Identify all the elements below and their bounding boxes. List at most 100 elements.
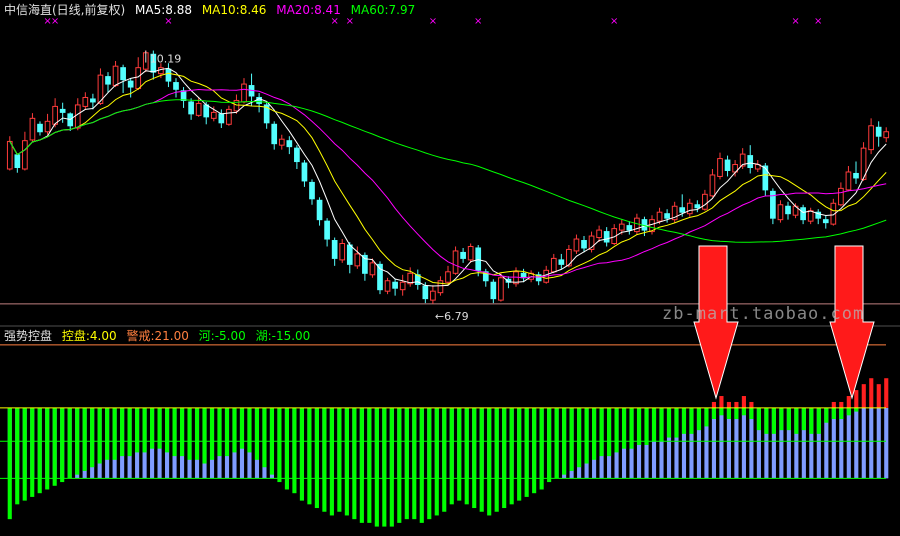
candle — [853, 161, 859, 184]
candle — [830, 198, 837, 226]
indicator-bar — [209, 407, 215, 479]
candle — [256, 93, 262, 113]
signal-mark: × — [330, 16, 338, 27]
candle — [482, 268, 489, 287]
indicator-bar — [299, 407, 304, 501]
candle — [339, 239, 346, 263]
candle — [67, 112, 74, 132]
indicator-bar — [532, 407, 537, 494]
indicator-bar — [554, 407, 559, 479]
indicator-bar — [30, 407, 35, 497]
indicator-bar — [449, 407, 454, 505]
indicator-bar — [502, 407, 507, 509]
indicator-bar — [689, 407, 694, 479]
indicator-bar — [239, 407, 245, 479]
indicator-bar — [397, 407, 402, 523]
chart-window: 中信海直(日线,前复权) MA5:8.88 MA10:8.46 MA20:8.4… — [0, 0, 900, 536]
indicator-bar — [352, 407, 357, 520]
indicator-bar — [382, 407, 387, 527]
indicator-bar — [816, 407, 821, 479]
candle — [671, 201, 678, 223]
indicator-bar — [322, 407, 327, 512]
indicator-bar — [509, 407, 514, 505]
indicator-bar — [681, 407, 687, 479]
chart-canvas: × × × × × × × × × ×10.19←6.79 — [0, 16, 900, 527]
indicator-bar — [607, 407, 612, 479]
signal-mark: × — [610, 16, 618, 27]
signal-mark: × — [814, 16, 822, 27]
indicator-bar — [876, 384, 881, 479]
indicator-bar — [479, 407, 484, 512]
candle — [271, 121, 278, 150]
candle — [868, 118, 874, 155]
signal-mark: × — [474, 16, 482, 27]
indicator-bar — [269, 407, 275, 479]
candle — [392, 279, 398, 296]
indicator-bar — [359, 407, 364, 523]
indicator-bar — [824, 407, 829, 479]
indicator-bar — [367, 407, 372, 523]
indicator-bar — [629, 407, 634, 479]
indicator-bar — [419, 407, 424, 523]
candle — [702, 189, 708, 211]
candle — [263, 101, 270, 129]
ma-line-ma5 — [9, 67, 887, 287]
candle — [445, 265, 451, 286]
indicator-bar — [636, 407, 642, 479]
candle — [777, 200, 784, 223]
candle — [112, 60, 119, 88]
high-annotation-label: 10.19 — [150, 53, 182, 66]
indicator-bar — [674, 407, 679, 479]
indicator-bar — [464, 407, 469, 505]
indicator-bar — [577, 407, 582, 479]
indicator-bar — [831, 401, 836, 479]
indicator-bar — [434, 407, 439, 516]
candle — [717, 152, 723, 180]
indicator-bar — [614, 407, 619, 479]
candle — [430, 285, 436, 304]
candle — [603, 227, 610, 247]
indicator-bar — [52, 407, 57, 486]
candle — [82, 92, 89, 110]
candle — [324, 218, 330, 247]
candle — [165, 63, 172, 88]
candle — [875, 121, 882, 147]
indicator-bar — [120, 407, 125, 479]
indicator-bar — [75, 407, 80, 479]
candle — [724, 155, 731, 177]
indicator-bar — [592, 407, 597, 479]
candle — [694, 200, 701, 213]
candle — [807, 207, 814, 225]
indicator-bar — [786, 407, 791, 479]
candle — [384, 277, 391, 295]
candle — [581, 236, 587, 253]
indicator-bar — [779, 407, 784, 479]
indicator-bar — [45, 407, 50, 490]
candle — [399, 274, 406, 296]
indicator-bar — [884, 378, 889, 479]
low-annotation-label: ←6.79 — [435, 310, 469, 323]
candle — [588, 231, 595, 253]
indicator-bar — [292, 407, 297, 494]
candle — [301, 160, 308, 187]
indicator-bar — [854, 390, 859, 479]
indicator-bar — [307, 407, 312, 505]
candle — [294, 145, 300, 169]
indicator-bar — [599, 407, 604, 479]
indicator-bar — [659, 407, 664, 479]
candle — [452, 246, 459, 275]
price-panel: × × × × × × × × × ×10.19←6.79 — [0, 16, 900, 327]
candle — [414, 269, 421, 290]
indicator-bar — [157, 407, 162, 479]
signal-mark: × — [164, 16, 172, 27]
indicator-bar — [651, 407, 657, 479]
candle — [105, 72, 111, 94]
candle — [241, 78, 247, 104]
candle — [278, 134, 285, 150]
indicator-bar — [224, 407, 230, 479]
indicator-bar — [487, 407, 492, 516]
indicator-bar — [711, 401, 717, 479]
indicator-bar — [82, 407, 87, 479]
indicator-bar — [172, 407, 177, 479]
indicator-bar — [666, 407, 672, 479]
